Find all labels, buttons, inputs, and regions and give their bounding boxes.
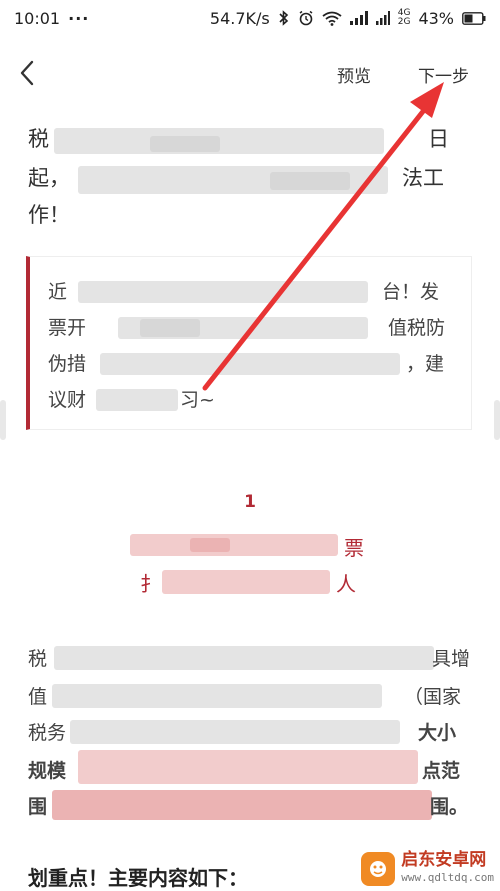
quote-line-4-end: 习~ [180,389,215,411]
blurred-text [70,720,400,744]
bluetooth-icon [278,10,290,26]
network-speed: 54.7K/s [209,8,270,28]
signal-icon-2 [375,11,390,25]
quote-box: 近 台！发 票开 值税防 伪措 ，建 议财 习~ [26,256,472,430]
blurred-text [190,538,230,552]
left-edge-tab[interactable] [0,400,6,440]
battery-percent: 43% [418,8,454,28]
wifi-icon [322,11,342,26]
signal-icon [349,11,368,25]
intro-line-2-end: 法工 [402,166,444,190]
section-title-line-2-start: 扌 [140,572,160,596]
blurred-text [96,389,178,411]
chevron-left-icon [20,60,34,86]
body-line-5-start: 围 [28,796,48,818]
status-more-dots: ··· [68,8,90,28]
network-type: 4G 2G [397,8,411,27]
body-line-1-end: 具增 [432,648,471,670]
blurred-text [150,136,220,152]
blurred-text [54,646,434,670]
watermark-name: 启东安卓网 [401,850,487,870]
blurred-text [100,353,400,375]
intro-line-2-start: 起， [28,166,70,190]
page: 10:01 ··· 54.7K/s 4G 2G 43% 预览 下一步 税 日 起… [0,0,500,891]
quote-line-2-start: 票开 [48,317,87,339]
quote-line-4-start: 议财 [48,389,87,411]
quote-line-1-end: 台！发 [382,281,440,303]
status-time: 10:01 [14,8,61,28]
key-points-heading: 划重点！主要内容如下： [28,866,248,890]
body-line-5-end: 围。 [430,796,469,818]
nav-bar: 预览 下一步 [0,48,500,98]
intro-line-1-end: 日 [428,127,449,151]
alarm-icon [298,10,314,26]
quote-line-3-start: 伪措 [48,353,87,375]
next-step-button[interactable]: 下一步 [418,62,469,87]
body-line-2-end: （国家 [404,686,462,708]
intro-line-3: 作！ [28,203,70,227]
blurred-text [52,684,382,708]
battery-icon [462,11,486,25]
right-edge-tab[interactable] [494,400,500,440]
body-line-4-end: 点范 [422,760,461,782]
blurred-text [270,172,350,190]
blurred-text [78,281,368,303]
section-title-line-1-end: 票 [344,536,364,560]
blurred-text [130,534,338,556]
body-line-1-start: 税 [28,648,48,670]
back-button[interactable] [16,58,42,88]
preview-button[interactable]: 预览 [337,62,371,87]
body-line-2-start: 值 [28,686,48,708]
section-number: 1 [244,492,256,512]
intro-line-1-start: 税 [28,127,49,151]
status-bar: 10:01 ··· 54.7K/s 4G 2G 43% [0,0,500,36]
watermark-logo-icon [361,852,396,886]
blurred-text [78,750,418,784]
blurred-text [140,319,200,337]
quote-line-3-end: ，建 [406,353,445,375]
watermark: 启东安卓网 www.qdltdq.com [361,851,494,887]
quote-line-1-start: 近 [48,281,68,303]
body-line-3-start: 税务 [28,722,67,744]
body-line-4-start: 规模 [28,760,67,782]
blurred-text [52,790,432,820]
blurred-text [162,570,330,594]
body-line-3-end: 大小 [418,722,457,744]
watermark-url: www.qdltdq.com [401,871,494,884]
quote-line-2-end: 值税防 [388,317,446,339]
section-title-line-2-end: 人 [336,572,356,596]
